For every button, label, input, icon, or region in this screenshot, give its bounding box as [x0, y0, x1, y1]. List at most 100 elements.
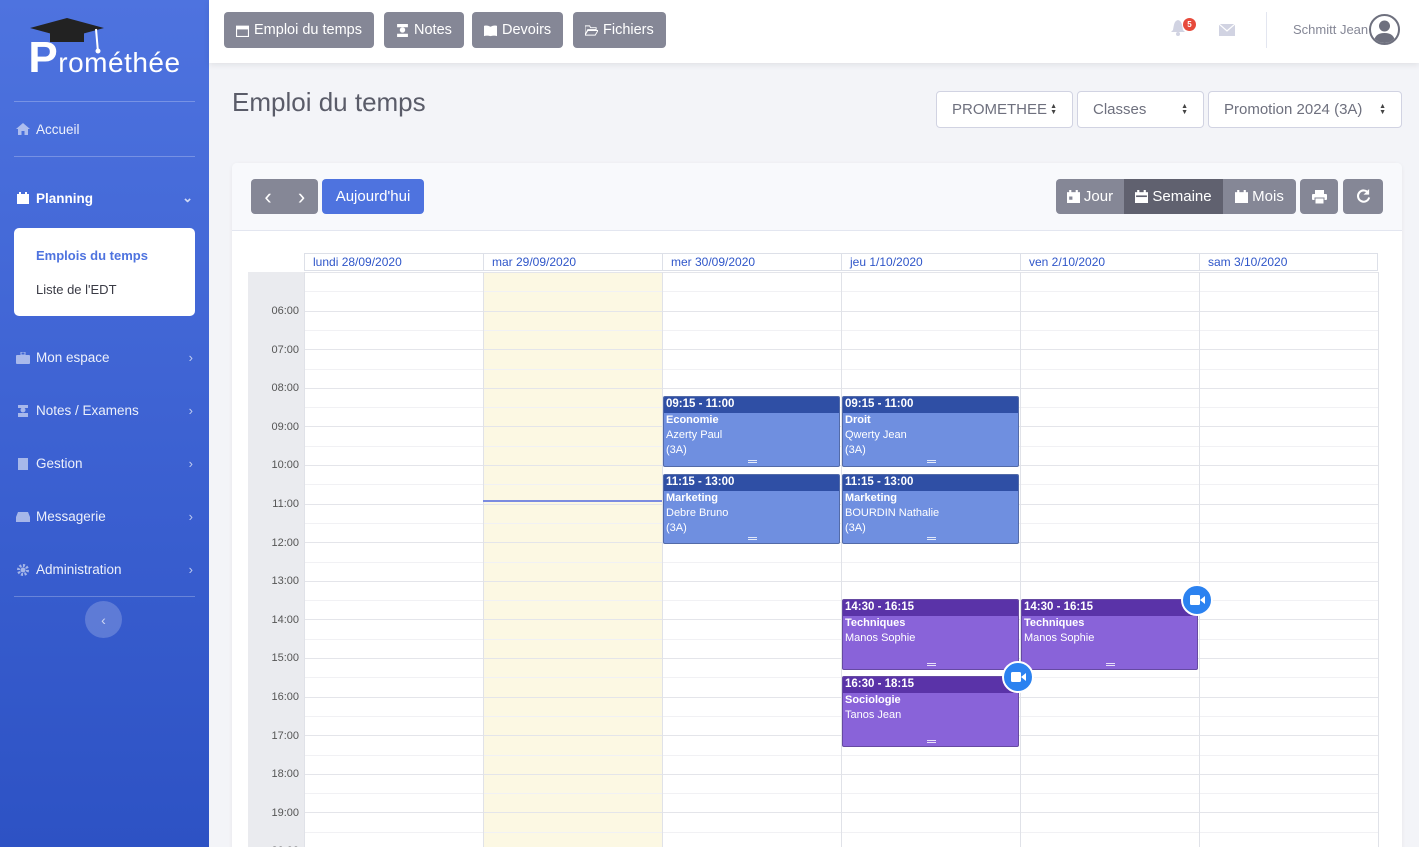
resize-grip[interactable] — [747, 537, 757, 541]
time-label: 13:00 — [271, 575, 299, 588]
time-label: 06:00 — [271, 305, 299, 317]
calendar-icon — [16, 192, 30, 204]
sidebar: Prométhée Accueil Planning ⌄ Emplois du … — [0, 0, 209, 847]
event-teacher: BOURDIN Nathalie — [845, 506, 940, 519]
calendar-event[interactable]: 14:30 - 16:15 Techniques Manos Sophie — [1021, 599, 1198, 670]
resize-grip[interactable] — [926, 537, 936, 541]
calendar-event[interactable]: 09:15 - 11:00 Economie Azerty Paul (3A) — [663, 396, 840, 467]
resize-grip[interactable] — [747, 459, 757, 463]
sidebar-item-accueil[interactable]: Accueil — [0, 102, 209, 156]
video-call-button[interactable] — [1181, 584, 1213, 617]
view-month-button[interactable]: Mois — [1223, 179, 1296, 214]
calendar-event[interactable]: 16:30 - 18:15 Sociologie Tanos Jean — [842, 676, 1019, 747]
view-week-button[interactable]: Semaine — [1124, 179, 1223, 214]
time-label: 09:00 — [271, 420, 299, 433]
day-column-line — [662, 272, 663, 847]
day-column-line — [1378, 272, 1379, 847]
resize-grip[interactable] — [926, 459, 936, 463]
sort-icon: ▲ ▼ — [1181, 102, 1188, 116]
topbar-emploi-du-temps-button[interactable]: Emploi du temps — [224, 12, 374, 48]
resize-grip[interactable] — [1105, 662, 1115, 666]
time-label: 15:00 — [271, 652, 299, 665]
event-group: (3A) — [845, 444, 866, 457]
page-title: Emploi du temps — [232, 87, 426, 117]
time-label: 08:00 — [271, 382, 299, 395]
topbar-notes-button[interactable]: Notes — [384, 12, 464, 48]
prev-button[interactable]: ‹ — [251, 179, 285, 214]
event-time: 11:15 - 13:00 — [843, 474, 1018, 491]
logo[interactable]: Prométhée — [0, 0, 209, 100]
avatar[interactable] — [1369, 14, 1400, 45]
topbar-fichiers-button[interactable]: Fichiers — [573, 12, 666, 48]
school-select[interactable]: PROMETHEE ▲ ▼ — [936, 91, 1073, 128]
topbar: Emploi du temps Notes Devoirs Fichiers 5… — [209, 0, 1419, 63]
calendar-event[interactable]: 11:15 - 13:00 Marketing Debre Bruno (3A) — [663, 473, 840, 545]
chevron-right-icon: › — [188, 456, 193, 471]
today-button[interactable]: Aujourd'hui — [322, 179, 424, 214]
time-label: 17:00 — [271, 729, 299, 742]
day-header[interactable]: jeu 1/10/2020 — [841, 253, 1020, 271]
sidebar-item-administration[interactable]: Administration › — [0, 543, 209, 596]
day-header[interactable]: mer 30/09/2020 — [662, 253, 841, 271]
submenu-liste-edt[interactable]: Liste de l'EDT — [14, 272, 195, 306]
event-teacher: Debre Bruno — [666, 506, 729, 519]
chevron-left-icon: ‹ — [264, 183, 272, 209]
time-label: 07:00 — [271, 343, 299, 356]
user-icon — [1374, 20, 1395, 43]
view-day-button[interactable]: Jour — [1056, 179, 1124, 214]
inbox-icon — [16, 511, 30, 523]
user-name[interactable]: Schmitt Jean — [1293, 22, 1368, 37]
event-title: Droit — [845, 414, 871, 427]
calendar-event[interactable]: 11:15 - 13:00 Marketing BOURDIN Nathalie (3… — [842, 473, 1019, 545]
event-title: Sociologie — [845, 694, 901, 707]
event-title: Marketing — [666, 491, 718, 504]
event-title: Marketing — [845, 491, 897, 504]
sidebar-item-messagerie[interactable]: Messagerie › — [0, 490, 209, 543]
promotion-select[interactable]: Promotion 2024 (3A) ▲ ▼ — [1208, 91, 1402, 128]
day-column-line — [483, 272, 484, 847]
time-label: 18:00 — [271, 768, 299, 781]
time-label: 11:00 — [272, 498, 299, 510]
sidebar-item-planning[interactable]: Planning ⌄ — [0, 157, 209, 239]
day-header[interactable]: lundi 28/09/2020 — [304, 253, 483, 271]
sidebar-collapse-button[interactable]: ‹ — [85, 601, 122, 638]
day-column-line — [1199, 272, 1200, 847]
envelope-icon[interactable] — [1219, 24, 1235, 36]
calendar-event[interactable]: 09:15 - 11:00 Droit Qwerty Jean (3A) — [842, 396, 1019, 467]
calendar-icon — [1135, 190, 1149, 203]
current-time-line — [483, 499, 662, 502]
day-header[interactable]: ven 2/10/2020 — [1020, 253, 1199, 271]
sidebar-item-notes-examens[interactable]: Notes / Examens › — [0, 384, 209, 437]
classes-select[interactable]: Classes ▲ ▼ — [1077, 91, 1204, 128]
calendar-event[interactable]: 14:30 - 16:15 Techniques Manos Sophie — [842, 599, 1019, 670]
sidebar-item-gestion[interactable]: Gestion › — [0, 437, 209, 490]
event-time: 14:30 - 16:15 — [843, 600, 1018, 617]
day-header[interactable]: sam 3/10/2020 — [1199, 253, 1378, 271]
event-time: 11:15 - 13:00 — [664, 474, 839, 491]
today-highlight — [483, 272, 662, 847]
event-time: 14:30 - 16:15 — [1022, 600, 1197, 617]
next-button[interactable]: › — [285, 179, 318, 214]
event-teacher: Azerty Paul — [666, 429, 723, 442]
event-group: (3A) — [666, 444, 687, 457]
topbar-divider — [1266, 12, 1267, 48]
day-column-line — [841, 272, 842, 847]
day-header[interactable]: mar 29/09/2020 — [483, 253, 662, 271]
topbar-devoirs-button[interactable]: Devoirs — [472, 12, 564, 48]
building-icon — [16, 457, 30, 470]
resize-grip[interactable] — [926, 739, 936, 743]
video-call-button[interactable] — [1002, 661, 1034, 694]
sidebar-item-mon-espace[interactable]: Mon espace › — [0, 331, 209, 384]
event-title: Economie — [666, 414, 719, 427]
event-time: 16:30 - 18:15 — [843, 677, 1018, 694]
event-title: Techniques — [845, 617, 906, 630]
refresh-icon — [1356, 189, 1370, 203]
print-button[interactable] — [1300, 179, 1338, 214]
day-column-line — [304, 272, 305, 847]
graduate-icon — [397, 23, 408, 37]
calendar-icon — [1066, 190, 1080, 203]
submenu-emplois-du-temps[interactable]: Emplois du temps — [14, 238, 195, 272]
resize-grip[interactable] — [926, 662, 936, 666]
refresh-button[interactable] — [1343, 179, 1383, 214]
day-column-line — [1020, 272, 1021, 847]
